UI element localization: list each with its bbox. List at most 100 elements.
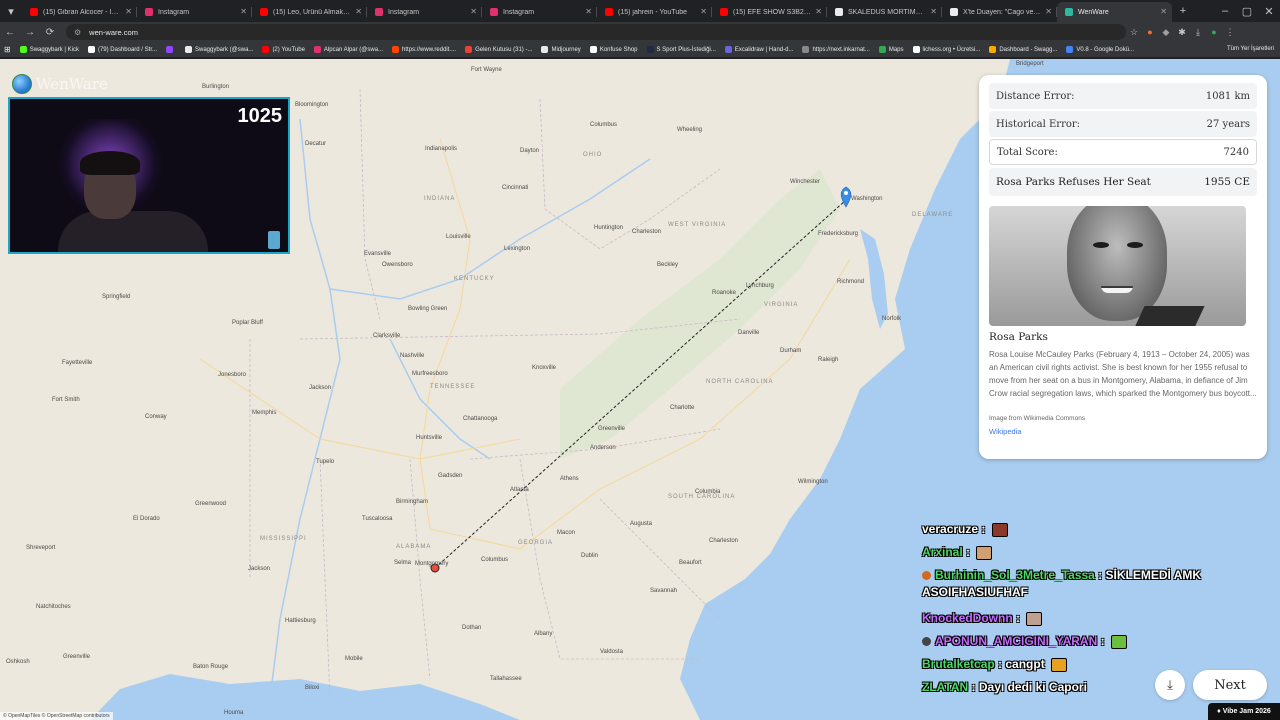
bookmark-item[interactable]: (79) Dashboard / Str... bbox=[87, 46, 157, 53]
city-label: Indianapolis bbox=[425, 146, 458, 152]
vibe-jam-badge[interactable]: ♦ Vibe Jam 2026 bbox=[1208, 703, 1280, 720]
city-label: Lynchburg bbox=[746, 283, 774, 289]
browser-tab[interactable]: WenWare ✕ bbox=[1057, 2, 1172, 22]
bookmark-label: (79) Dashboard / Str... bbox=[97, 46, 157, 53]
browser-tab[interactable]: (15) jahrein - YouTube ✕ bbox=[597, 2, 712, 22]
city-label: Greenville bbox=[63, 654, 91, 660]
back-icon[interactable]: ← bbox=[0, 22, 20, 42]
download-icon[interactable]: ⤓ bbox=[1190, 24, 1206, 40]
bookmark-item[interactable]: Swaggybark (@swa... bbox=[184, 46, 253, 53]
bookmark-label: lichess.org • Ücretsi... bbox=[922, 46, 981, 53]
city-label: Bowling Green bbox=[408, 306, 448, 312]
historical-error-value: 27 years bbox=[1206, 118, 1250, 130]
bookmark-item[interactable]: Alpcan Alpar (@swa... bbox=[313, 46, 383, 53]
minimize-icon[interactable]: – bbox=[1214, 0, 1236, 22]
bookmark-item[interactable]: Maps bbox=[878, 46, 904, 53]
site-info-icon[interactable]: ⚙ bbox=[74, 28, 81, 37]
tab-close-icon[interactable]: ✕ bbox=[355, 7, 362, 16]
reload-icon[interactable]: ⟳ bbox=[40, 22, 60, 42]
apps-icon[interactable]: ⊞ bbox=[4, 45, 11, 54]
close-window-icon[interactable]: ✕ bbox=[1258, 0, 1280, 22]
browser-tab[interactable]: (15) Leo, Ürünü Almak İçin Mi... ✕ bbox=[252, 2, 367, 22]
extension-icon[interactable]: ● bbox=[1142, 24, 1158, 40]
extensions-menu-icon[interactable]: ✱ bbox=[1174, 24, 1190, 40]
tab-close-icon[interactable]: ✕ bbox=[585, 7, 592, 16]
bookmark-item[interactable]: V0.8 - Google Dokü... bbox=[1066, 46, 1134, 53]
bookmark-item[interactable]: https://www.reddit.... bbox=[392, 46, 456, 53]
bookmark-item[interactable] bbox=[165, 46, 176, 53]
city-label: Valdosta bbox=[600, 649, 623, 655]
bookmark-label: Konfuse Shop bbox=[599, 46, 638, 53]
tab-close-icon[interactable]: ✕ bbox=[470, 7, 477, 16]
browser-tab[interactable]: X'te Duayen: "Cago vergi mü... ✕ bbox=[942, 2, 1057, 22]
tab-close-icon[interactable]: ✕ bbox=[930, 7, 937, 16]
maximize-icon[interactable]: ▢ bbox=[1236, 0, 1258, 22]
forward-icon[interactable]: → bbox=[20, 22, 40, 42]
bookmark-favicon-icon bbox=[262, 46, 270, 53]
city-label: El Dorado bbox=[133, 516, 160, 522]
address-bar[interactable]: ⚙ wen-ware.com bbox=[66, 24, 1126, 40]
all-bookmarks-link[interactable]: Tüm Yer İşaretleri bbox=[1227, 46, 1274, 52]
star-icon[interactable]: ☆ bbox=[1126, 24, 1142, 40]
bookmark-item[interactable]: (2) YouTube bbox=[262, 46, 305, 53]
city-label: Conway bbox=[145, 414, 167, 420]
bookmark-favicon-icon bbox=[724, 46, 732, 53]
tab-title: (15) EFE SHOW S3B26 | MÖSY... bbox=[733, 8, 811, 16]
tab-close-icon[interactable]: ✕ bbox=[240, 7, 247, 16]
city-label: Decatur bbox=[305, 141, 327, 147]
bookmark-item[interactable]: Dashboard - Swagg... bbox=[989, 46, 1057, 53]
tab-title: (15) Leo, Ürünü Almak İçin Mi... bbox=[273, 8, 351, 16]
tab-search-icon[interactable]: ▾ bbox=[0, 0, 22, 22]
chat-username: Arxinal bbox=[922, 545, 963, 559]
browser-tab[interactable]: (15) EFE SHOW S3B26 | MÖSY... ✕ bbox=[712, 2, 827, 22]
wikipedia-link[interactable]: Wikipedia bbox=[989, 427, 1257, 436]
next-button[interactable]: Next bbox=[1193, 670, 1267, 700]
browser-tab[interactable]: Instagram ✕ bbox=[137, 2, 252, 22]
city-label: Biloxi bbox=[305, 685, 320, 691]
city-label: Dothan bbox=[462, 625, 482, 631]
bookmark-item[interactable]: S Sport Plus-İstediği... bbox=[646, 46, 716, 53]
browser-tab[interactable]: Instagram ✕ bbox=[482, 2, 597, 22]
browser-tab[interactable]: SKALEDUS MORTIMAS Toplul... ✕ bbox=[827, 2, 942, 22]
event-year: 1955 CE bbox=[1204, 176, 1250, 188]
city-label: Norfolk bbox=[882, 316, 902, 322]
city-label: Columbus bbox=[481, 557, 509, 563]
chat-text: cangpt bbox=[1005, 657, 1045, 671]
profile-avatar[interactable]: ● bbox=[1206, 24, 1222, 40]
tab-favicon-icon bbox=[260, 8, 268, 16]
bookmark-label: (2) YouTube bbox=[272, 46, 305, 53]
tab-close-icon[interactable]: ✕ bbox=[815, 7, 822, 16]
city-label: Anderson bbox=[590, 445, 616, 451]
bookmark-item[interactable]: Midjourney bbox=[541, 46, 581, 53]
tab-close-icon[interactable]: ✕ bbox=[700, 7, 707, 16]
menu-icon[interactable]: ⋮ bbox=[1222, 24, 1238, 40]
extension-icon[interactable]: ◆ bbox=[1158, 24, 1174, 40]
bookmark-favicon-icon bbox=[184, 46, 192, 53]
tab-close-icon[interactable]: ✕ bbox=[125, 7, 132, 16]
download-button[interactable]: ⤓ bbox=[1155, 670, 1185, 700]
browser-tab[interactable]: (15) Gibran Alcocer - Idea 10 ✕ bbox=[22, 2, 137, 22]
bookmark-label: V0.8 - Google Dokü... bbox=[1076, 46, 1135, 53]
bookmark-item[interactable]: Excalidraw | Hand-d... bbox=[724, 46, 793, 53]
city-label: Roanoke bbox=[712, 290, 737, 296]
state-label: NORTH CAROLINA bbox=[706, 379, 774, 385]
city-label: Houma bbox=[224, 710, 244, 716]
bookmark-favicon-icon bbox=[802, 46, 810, 53]
state-label: TENNESSEE bbox=[430, 384, 476, 390]
state-label: WEST VIRGINIA bbox=[668, 222, 727, 228]
bookmark-item[interactable]: Konfuse Shop bbox=[589, 46, 638, 53]
tab-close-icon[interactable]: ✕ bbox=[1160, 7, 1167, 16]
tab-favicon-icon bbox=[30, 8, 38, 16]
map-attribution[interactable]: © OpenMapTiles © OpenStreetMap contribut… bbox=[0, 712, 113, 720]
tab-close-icon[interactable]: ✕ bbox=[1045, 7, 1052, 16]
bookmark-item[interactable]: Gelen Kutusu (31) -... bbox=[465, 46, 532, 53]
bookmark-label: Dashboard - Swagg... bbox=[999, 46, 1058, 53]
chat-emote bbox=[1051, 657, 1068, 672]
city-label: Selma bbox=[394, 560, 412, 566]
bookmark-item[interactable]: lichess.org • Ücretsi... bbox=[912, 46, 981, 53]
state-label: SOUTH CAROLINA bbox=[668, 494, 736, 500]
browser-tab[interactable]: Instagram ✕ bbox=[367, 2, 482, 22]
bookmark-item[interactable]: https://next.inkarnat... bbox=[802, 46, 870, 53]
bookmark-item[interactable]: Swaggybark | Kick bbox=[19, 46, 79, 53]
new-tab-button[interactable]: + bbox=[1172, 0, 1194, 22]
